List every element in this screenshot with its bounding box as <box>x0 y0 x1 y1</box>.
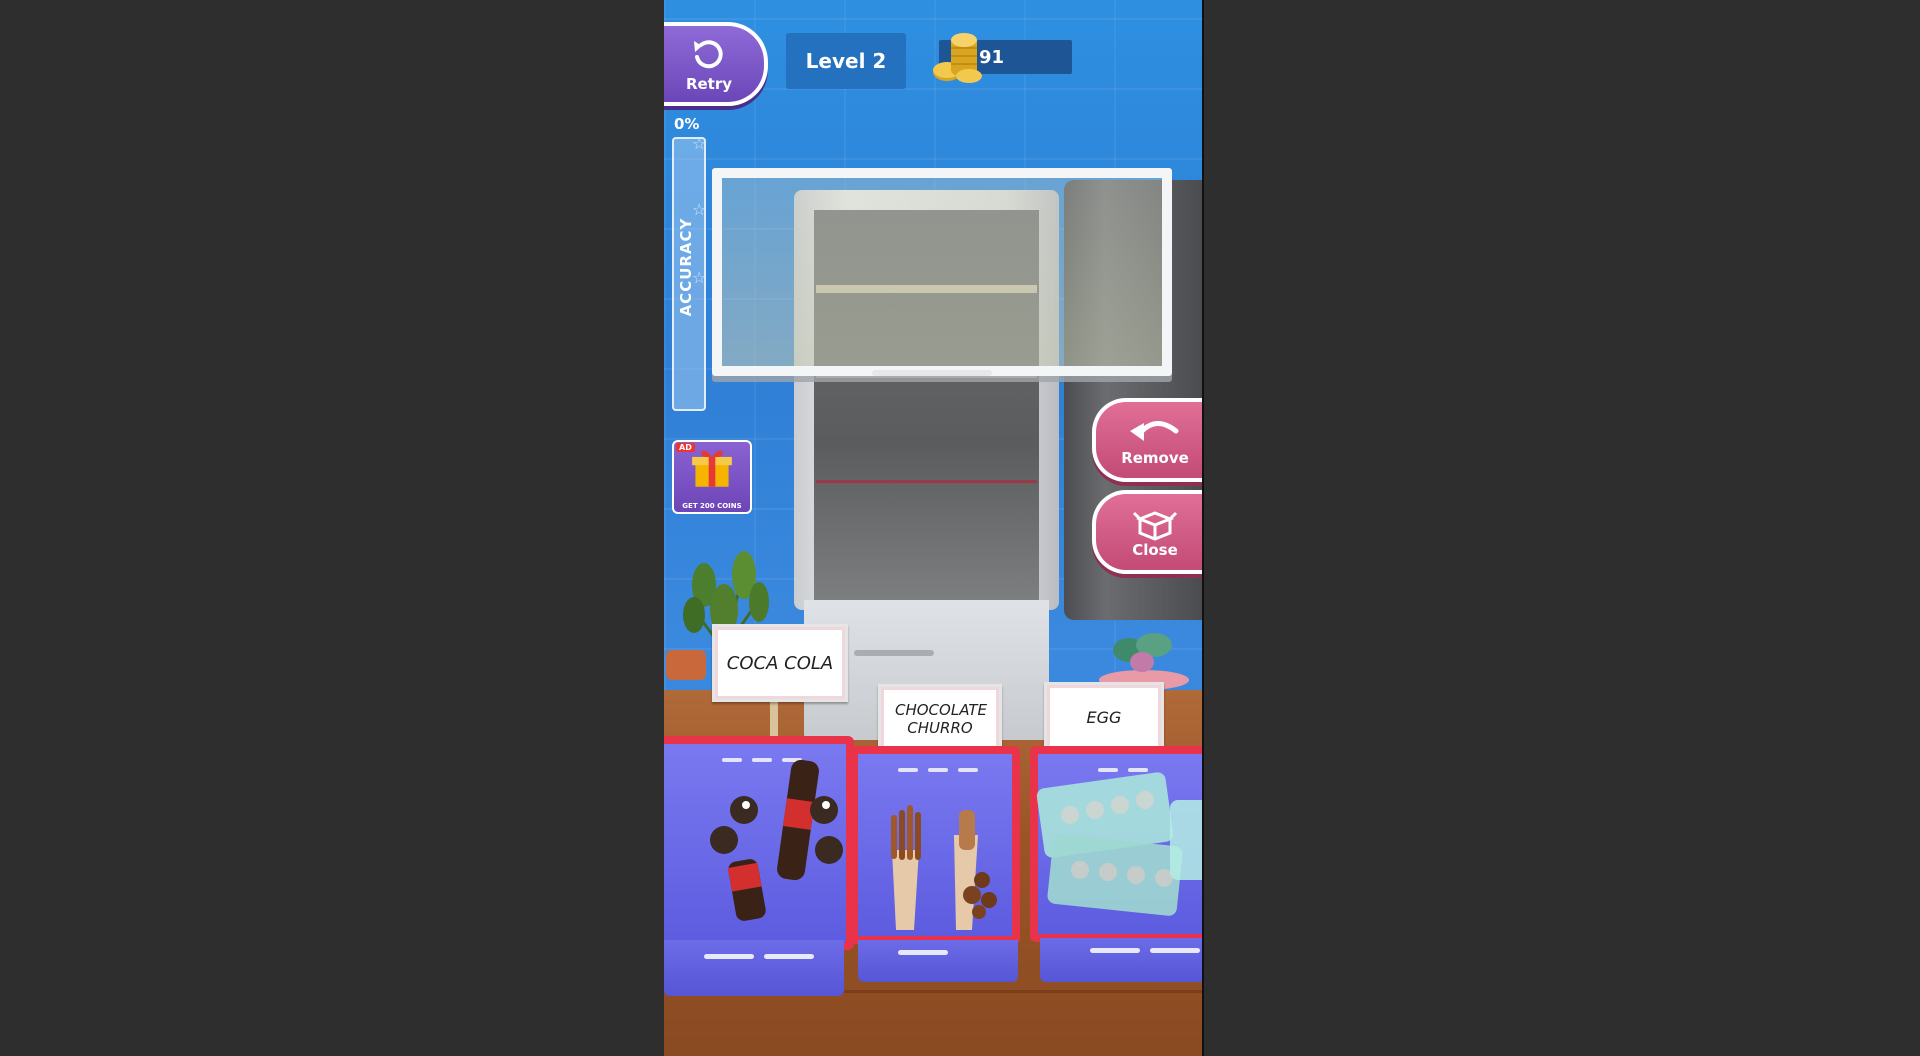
basket-front <box>1040 938 1202 982</box>
level-indicator: Level 2 <box>786 33 906 89</box>
retry-label: Retry <box>685 75 733 93</box>
accuracy-label: ACCURACY <box>677 217 695 317</box>
basket-front <box>664 940 844 996</box>
coin-stack-icon <box>933 33 982 83</box>
egg-cartons-icon <box>1036 772 1202 916</box>
basket-sign-label: CHOCOLATE CHURRO <box>895 701 988 737</box>
freezer-lid <box>712 168 1172 376</box>
remove-label: Remove <box>1121 449 1189 467</box>
churro-icon <box>891 805 997 930</box>
retry-icon <box>694 40 723 69</box>
coca-cola-bottles-icon <box>710 759 843 921</box>
star-icon: ☆ <box>692 134 707 153</box>
game-viewport[interactable]: Retry Level 2 91 0% ☆ ☆ ☆ ACCURACY AD GE… <box>664 0 1202 1056</box>
gift-label: GET 200 COINS <box>682 502 742 510</box>
basket-sign-label: EGG <box>1086 707 1122 727</box>
basket-sign-coca-cola: COCA COLA <box>712 624 848 702</box>
retry-button[interactable]: Retry <box>664 22 768 106</box>
gift-coins-button[interactable]: AD GET 200 COINS <box>672 440 752 514</box>
level-label: Level 2 <box>805 49 887 73</box>
accuracy-percent: 0% <box>674 115 700 133</box>
frame-border <box>1202 0 1204 1056</box>
fridge-shelf <box>816 480 1037 483</box>
fridge-handle <box>854 650 934 656</box>
close-button[interactable]: Close <box>1092 490 1202 574</box>
close-label: Close <box>1132 541 1178 559</box>
basket-sign-egg: EGG <box>1044 682 1164 752</box>
undo-arrow-icon <box>1130 421 1179 441</box>
remove-button[interactable]: Remove <box>1092 398 1202 482</box>
basket-sign-chocolate-churro: CHOCOLATE CHURRO <box>878 684 1002 754</box>
plant-right-icon <box>1099 633 1189 690</box>
box-icon <box>1132 511 1178 541</box>
basket-sign-label: COCA COLA <box>726 652 834 674</box>
gift-icon <box>692 450 732 487</box>
